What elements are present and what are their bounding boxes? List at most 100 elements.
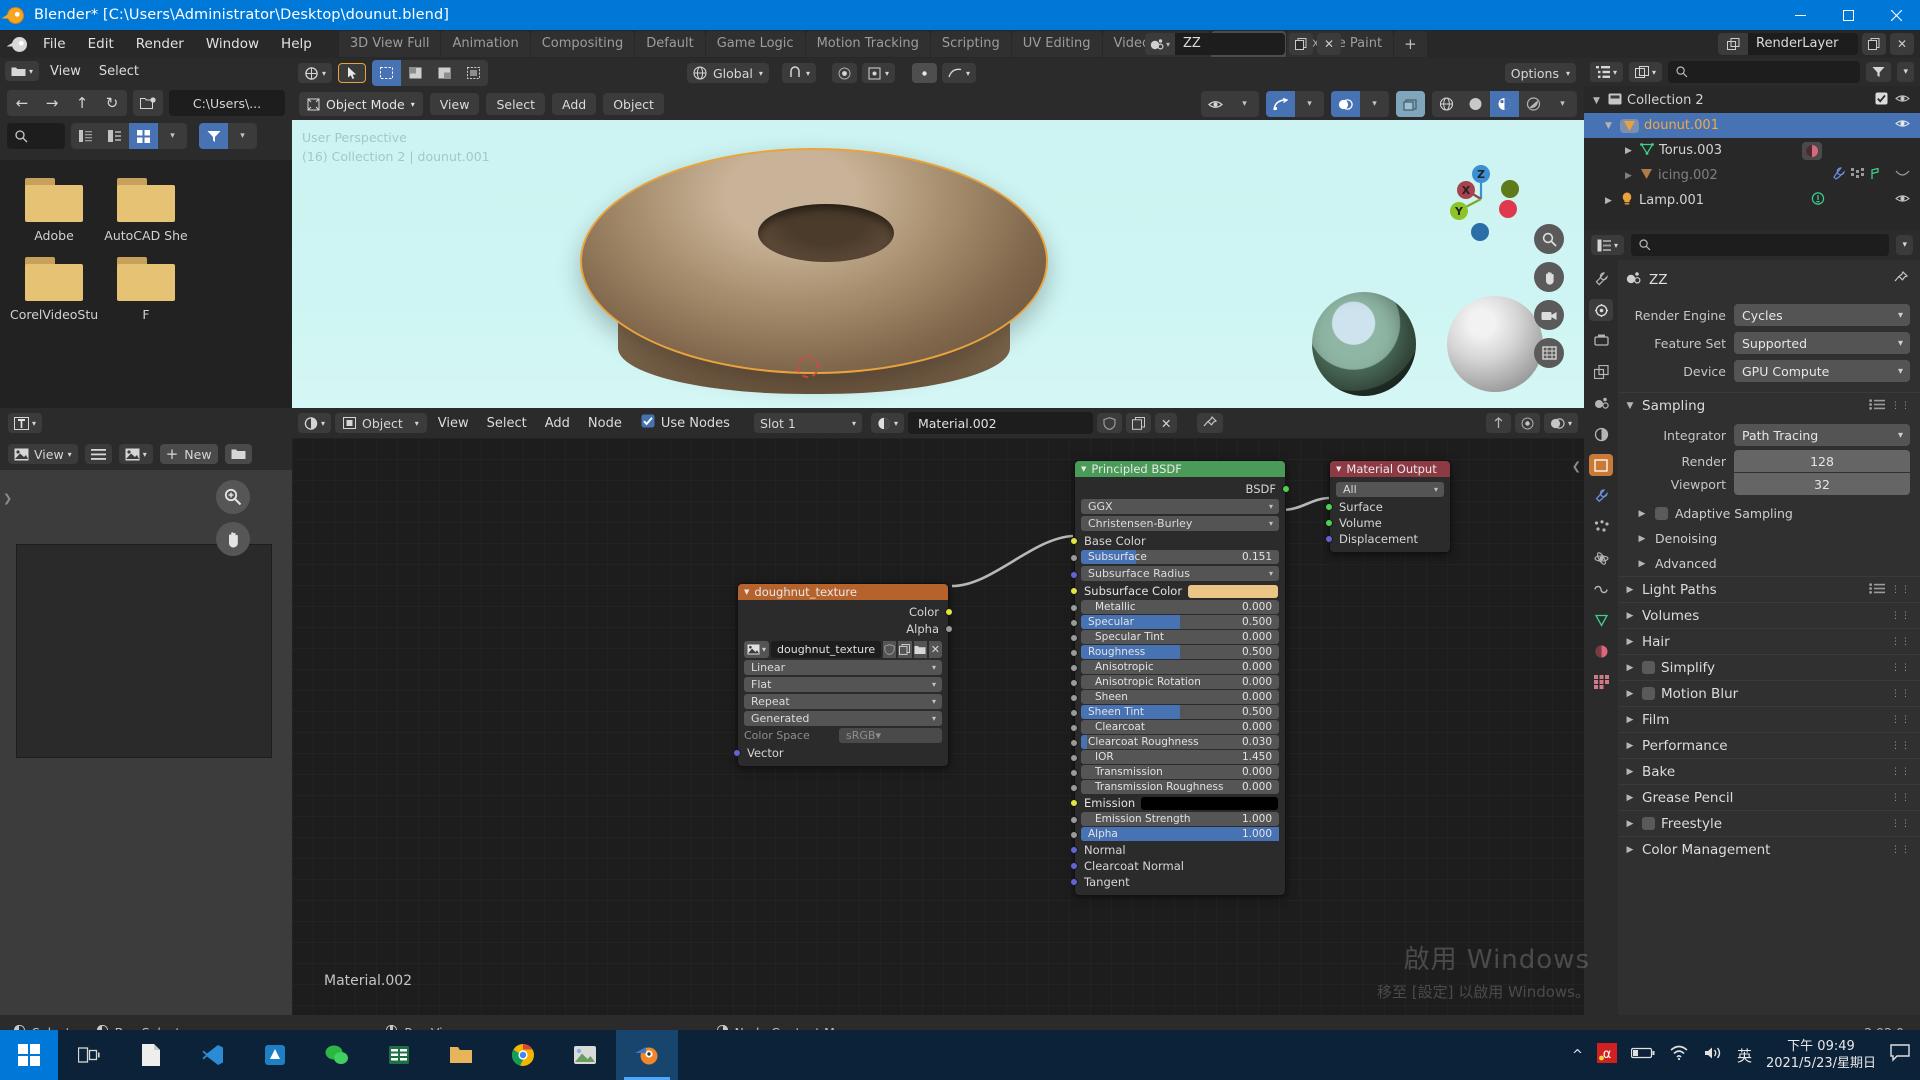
- filebrowser-menu-view[interactable]: View: [43, 64, 88, 79]
- clearcoat-slider[interactable]: Clearcoat 0.000: [1081, 720, 1279, 734]
- select-box-tool-icon[interactable]: [338, 63, 367, 83]
- anisotropic-slider[interactable]: Anisotropic 0.000: [1081, 660, 1279, 674]
- viewlayer-selector[interactable]: RenderLayer: [1718, 33, 1858, 55]
- simplify-checkbox[interactable]: [1642, 661, 1655, 674]
- preset-list-icon[interactable]: [1869, 398, 1886, 414]
- adaptive-sampling-checkbox[interactable]: [1655, 507, 1668, 520]
- node-input-sheen-tint[interactable]: Sheen Tint 0.500: [1070, 705, 1285, 719]
- tab-scene[interactable]: [1589, 392, 1613, 414]
- display-mode-horizontal-list-icon[interactable]: [100, 123, 129, 149]
- panel-header-light-paths[interactable]: ▶ Light Paths ⋮⋮: [1618, 576, 1920, 602]
- socket-bsdf-output[interactable]: [1282, 485, 1290, 493]
- delete-scene-button[interactable]: ✕: [1317, 33, 1341, 55]
- emission-color-swatch[interactable]: [1141, 796, 1278, 810]
- socket-metallic-input[interactable]: [1070, 604, 1078, 612]
- snap-increment-icon[interactable]: ▾: [942, 63, 977, 83]
- select-subtract-icon[interactable]: [430, 60, 460, 86]
- new-viewlayer-button[interactable]: [1862, 33, 1886, 55]
- object-expand-icon[interactable]: ▼: [1602, 121, 1615, 131]
- material-copy-icon[interactable]: [1125, 413, 1151, 433]
- icing-expand-icon[interactable]: ▶: [1622, 171, 1635, 181]
- file-item[interactable]: F: [102, 253, 190, 326]
- transmission-slider[interactable]: Transmission 0.000: [1081, 765, 1279, 779]
- clearcoat-roughness-slider[interactable]: Clearcoat Roughness 0.030: [1081, 735, 1279, 749]
- viewport-menu-select[interactable]: Select: [486, 93, 545, 115]
- node-input-emission[interactable]: Emission: [1070, 795, 1285, 811]
- node-input-displacement[interactable]: Displacement: [1325, 531, 1450, 547]
- wifi-icon[interactable]: [1669, 1045, 1689, 1065]
- emission-strength-slider[interactable]: Emission Strength 1.000: [1081, 812, 1279, 826]
- image-browse-button[interactable]: ▾: [744, 641, 770, 658]
- menu-window[interactable]: Window: [195, 33, 270, 55]
- new-scene-button[interactable]: [1289, 33, 1313, 55]
- alpha-slider[interactable]: Alpha 1.000: [1081, 827, 1279, 841]
- socket-sheen-tint-input[interactable]: [1070, 709, 1078, 717]
- workspace-tab-motion-tracking[interactable]: Motion Tracking: [805, 31, 930, 57]
- panel-header-motion-blur[interactable]: ▶ Motion Blur ⋮⋮: [1618, 680, 1920, 706]
- subpanel-advanced[interactable]: ▶ Advanced: [1618, 551, 1920, 576]
- filter-icon[interactable]: [199, 123, 228, 149]
- socket-alpha-output[interactable]: [945, 625, 953, 633]
- metallic-slider[interactable]: Metallic 0.000: [1081, 600, 1279, 614]
- notifications-icon[interactable]: [1890, 1044, 1910, 1066]
- panel-drag-dots-icon[interactable]: ⋮⋮: [1891, 689, 1911, 699]
- node-input-surface[interactable]: Surface: [1325, 499, 1450, 515]
- taskbar-app-store[interactable]: [244, 1030, 306, 1080]
- toggle-orthographic-icon[interactable]: [1534, 338, 1564, 368]
- select-invert-icon[interactable]: [459, 60, 489, 86]
- node-snapping-icon[interactable]: [1485, 413, 1511, 433]
- node-proportional-icon[interactable]: [1514, 413, 1540, 433]
- blender-menu-icon[interactable]: [6, 36, 32, 52]
- gizmo-axis-neg-z[interactable]: [1471, 223, 1489, 241]
- material-browse-icon[interactable]: ▾: [870, 413, 904, 433]
- mesh-data-expand-icon[interactable]: ▶: [1622, 146, 1635, 156]
- overlays-icon[interactable]: [1331, 91, 1360, 117]
- outliner-filter-icon[interactable]: [1866, 62, 1892, 82]
- image-view-mode-button[interactable]: View ▾: [8, 444, 78, 464]
- image-unlink-icon[interactable]: ✕: [928, 641, 943, 658]
- editor-type-selector-shader[interactable]: ▾: [298, 413, 332, 433]
- outliner-tree[interactable]: ▼ Collection 2 ▼ dounut.001 ▶ Torus.003 …: [1584, 86, 1920, 230]
- shading-material-preview-icon[interactable]: [1490, 91, 1519, 117]
- device-dropdown[interactable]: GPU Compute ▾: [1734, 360, 1910, 382]
- socket-subsurface-color-input[interactable]: [1070, 587, 1078, 595]
- filter-dropdown-icon[interactable]: ▾: [228, 123, 257, 149]
- node-output-alpha[interactable]: Alpha: [738, 620, 953, 637]
- node-input-anisotropic-rotation[interactable]: Anisotropic Rotation 0.000: [1070, 675, 1285, 689]
- socket-sheen-input[interactable]: [1070, 694, 1078, 702]
- material-fake-user-shield-icon[interactable]: [1096, 413, 1122, 433]
- menu-render[interactable]: Render: [125, 33, 195, 55]
- node-input-emission-strength[interactable]: Emission Strength 1.000: [1070, 812, 1285, 826]
- show-hide-eye-icon[interactable]: [1201, 91, 1230, 117]
- start-button[interactable]: [0, 1030, 58, 1080]
- panel-header-color-management[interactable]: ▶ Color Management ⋮⋮: [1618, 836, 1920, 862]
- panel-drag-dots-icon[interactable]: ⋮⋮: [1891, 793, 1911, 803]
- taskbar-app-vscode[interactable]: [182, 1030, 244, 1080]
- shader-menu-node[interactable]: Node: [581, 416, 629, 431]
- integrator-dropdown[interactable]: Path Tracing ▾: [1734, 424, 1910, 446]
- outliner-display-mode-selector[interactable]: ▾: [1629, 62, 1663, 82]
- panel-drag-dots-icon[interactable]: ⋮⋮: [1891, 767, 1911, 777]
- node-input-subsurface[interactable]: Subsurface 0.151: [1070, 550, 1285, 564]
- file-item[interactable]: AutoCAD She: [102, 174, 190, 247]
- ior-slider[interactable]: IOR 1.450: [1081, 750, 1279, 764]
- node-input-clearcoat-roughness[interactable]: Clearcoat Roughness 0.030: [1070, 735, 1285, 749]
- new-folder-icon[interactable]: [133, 90, 163, 116]
- gizmo-icon[interactable]: [1266, 91, 1295, 117]
- pan-hand-icon[interactable]: [216, 522, 250, 556]
- properties-body[interactable]: ZZ Render Engine Cycles ▾ Feature Set Sup…: [1618, 260, 1920, 1015]
- lamp-expand-icon[interactable]: ▶: [1602, 196, 1615, 206]
- socket-volume-input[interactable]: [1325, 519, 1333, 527]
- viewport-menu-object[interactable]: Object: [603, 93, 664, 115]
- forward-icon[interactable]: →: [37, 90, 67, 116]
- collection-expand-icon[interactable]: ▼: [1590, 96, 1603, 106]
- material-unlink-icon[interactable]: ✕: [1154, 413, 1178, 433]
- panel-drag-dots-icon[interactable]: ⋮⋮: [1891, 715, 1911, 725]
- projection-dropdown[interactable]: Flat ▾: [744, 677, 942, 692]
- socket-ior-input[interactable]: [1070, 754, 1078, 762]
- panel-drag-dots-icon[interactable]: ⋮⋮: [1891, 611, 1911, 621]
- viewport-options-button[interactable]: Options ▾: [1504, 63, 1576, 83]
- node-input-transmission[interactable]: Transmission 0.000: [1070, 765, 1285, 779]
- node-input-roughness[interactable]: Roughness 0.500: [1070, 645, 1285, 659]
- shading-rendered-icon[interactable]: [1519, 91, 1548, 117]
